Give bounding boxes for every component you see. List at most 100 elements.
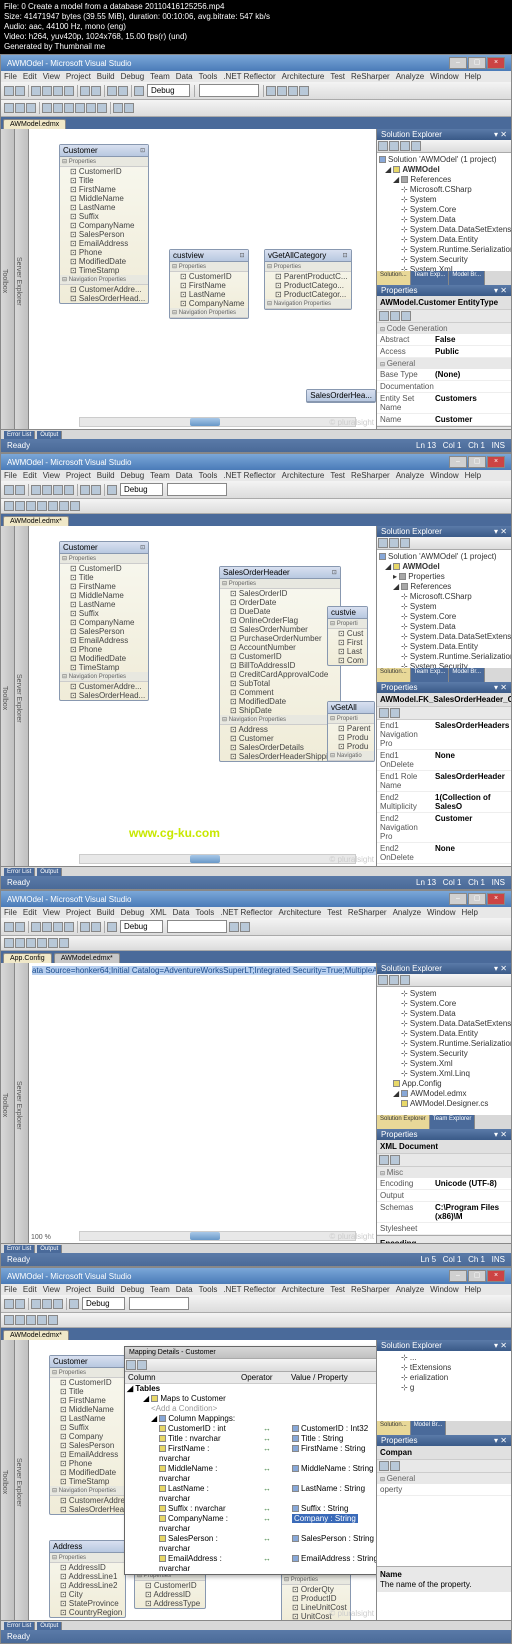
menu-architecture[interactable]: Architecture: [282, 72, 325, 81]
entity-custview[interactable]: custvie ⊟ Properti ⊡ Cust⊡ First⊡ Last⊡ …: [327, 606, 368, 666]
menu-build[interactable]: Build: [97, 72, 115, 81]
server-explorer-tab[interactable]: Server Explorer: [15, 129, 29, 429]
menu-data[interactable]: Data: [176, 72, 193, 81]
menu-edit[interactable]: Edit: [23, 908, 37, 917]
mapping-row[interactable]: EmailAddress : nvarchar↔EmailAddress : S…: [125, 1554, 376, 1574]
menu-netreflector[interactable]: .NET Reflector: [223, 72, 275, 81]
document-tab[interactable]: AWModel.edmx: [3, 119, 66, 129]
server-explorer-tab[interactable]: Server Explorer: [15, 526, 29, 866]
output-tab[interactable]: Output: [37, 431, 62, 439]
toolbox-tab[interactable]: Toolbox: [1, 526, 15, 866]
menu-test[interactable]: Test: [330, 72, 345, 81]
error-list-tab[interactable]: Error List: [4, 1622, 35, 1630]
menu-debug[interactable]: Debug: [121, 471, 145, 480]
config-dropdown[interactable]: Debug: [82, 1297, 125, 1310]
panel-tab[interactable]: Solution...: [377, 668, 411, 682]
menu-file[interactable]: File: [4, 72, 17, 81]
menu-file[interactable]: File: [4, 908, 17, 917]
menu-tools[interactable]: Tools: [199, 1285, 218, 1294]
maximize-button[interactable]: ▢: [468, 456, 486, 468]
connection-string[interactable]: ata Source=honker64;Initial Catalog=Adve…: [32, 966, 376, 975]
solution-tree[interactable]: ⊹ ... ⊹ tExtensions ⊹ erialization ⊹ g: [377, 1351, 511, 1421]
output-tab[interactable]: Output: [37, 1622, 62, 1630]
appconfig-tab[interactable]: App.Config: [3, 953, 52, 963]
menu-window[interactable]: Window: [430, 1285, 458, 1294]
entity-custview[interactable]: custview⊡ ⊟ Properties ⊡ CustomerID⊡ Fir…: [169, 249, 249, 319]
property-grid[interactable]: AWModel.FK_SalesOrderHeader_Customer_Cu …: [377, 693, 511, 866]
menu-window[interactable]: Window: [430, 72, 458, 81]
mapping-row[interactable]: MiddleName : nvarchar↔MiddleName : Strin…: [125, 1464, 376, 1484]
error-list-tab[interactable]: Error List: [4, 868, 35, 876]
toolbar-2[interactable]: [1, 499, 511, 514]
menu-file[interactable]: File: [4, 1285, 17, 1294]
menu-build[interactable]: Build: [97, 471, 115, 480]
config-dropdown[interactable]: Debug: [120, 483, 163, 496]
toolbox-tab[interactable]: Toolbox: [1, 1340, 15, 1620]
menu-data[interactable]: Data: [173, 908, 190, 917]
main-menu[interactable]: FileEditViewProjectBuildDebugTeamDataToo…: [1, 1284, 511, 1295]
mapping-details-dialog[interactable]: Mapping Details - Customer Column Operat…: [124, 1346, 376, 1575]
h-scrollbar[interactable]: [79, 854, 356, 864]
menu-team[interactable]: Team: [150, 1285, 170, 1294]
entity-customer[interactable]: Customer⊡ ⊟ Properties ⊡ CustomerID⊡ Tit…: [59, 144, 149, 304]
menu-project[interactable]: Project: [66, 72, 91, 81]
minimize-button[interactable]: –: [449, 893, 467, 905]
menu-netreflector[interactable]: .NET Reflector: [220, 908, 272, 917]
entity-salesorderheader[interactable]: SalesOrderHeader⊡ ⊟ Properties ⊡ SalesOr…: [219, 566, 341, 762]
menu-resharper[interactable]: ReSharper: [351, 1285, 390, 1294]
maximize-button[interactable]: ▢: [468, 1270, 486, 1282]
menu-project[interactable]: Project: [66, 1285, 91, 1294]
property-grid[interactable]: XML Document ⊟ Misc EncodingUnicode (UTF…: [377, 1140, 511, 1243]
error-list-tab[interactable]: Error List: [4, 1245, 35, 1253]
menu-analyze[interactable]: Analyze: [393, 908, 421, 917]
toolbar-2[interactable]: [1, 1313, 511, 1328]
h-scrollbar[interactable]: [79, 417, 356, 427]
menu-team[interactable]: Team: [150, 72, 170, 81]
toolbar[interactable]: Debug: [1, 82, 511, 100]
close-button[interactable]: ×: [487, 1270, 505, 1282]
menu-view[interactable]: View: [43, 1285, 60, 1294]
menu-tools[interactable]: Tools: [196, 908, 215, 917]
menu-edit[interactable]: Edit: [23, 1285, 37, 1294]
toolbox-tab[interactable]: Toolbox: [1, 963, 15, 1243]
maximize-button[interactable]: ▢: [468, 57, 486, 69]
mapping-row[interactable]: Suffix : nvarchar↔Suffix : String: [125, 1504, 376, 1514]
menu-netreflector[interactable]: .NET Reflector: [223, 471, 275, 480]
menu-help[interactable]: Help: [465, 1285, 481, 1294]
menu-view[interactable]: View: [43, 471, 60, 480]
mapping-row[interactable]: CustomerID : int↔CustomerID : Int32: [125, 1424, 376, 1434]
menu-data[interactable]: Data: [176, 471, 193, 480]
xml-editor[interactable]: ata Source=honker64;Initial Catalog=Adve…: [29, 963, 376, 1243]
menu-resharper[interactable]: ReSharper: [348, 908, 387, 917]
menu-edit[interactable]: Edit: [23, 72, 37, 81]
menu-analyze[interactable]: Analyze: [396, 1285, 424, 1294]
entity-soh-partial[interactable]: SalesOrderHea...: [306, 389, 376, 403]
menu-debug[interactable]: Debug: [121, 908, 145, 917]
menu-build[interactable]: Build: [97, 1285, 115, 1294]
panel-tab[interactable]: Team Exp...: [411, 668, 450, 682]
minimize-button[interactable]: –: [449, 456, 467, 468]
menu-resharper[interactable]: ReSharper: [351, 471, 390, 480]
menu-tools[interactable]: Tools: [199, 72, 218, 81]
mapping-row[interactable]: LastName : nvarchar↔LastName : String: [125, 1484, 376, 1504]
close-button[interactable]: ×: [487, 57, 505, 69]
menu-window[interactable]: Window: [430, 471, 458, 480]
config-dropdown[interactable]: Debug: [120, 920, 163, 933]
entity-customer[interactable]: Customer⊡ ⊟ Properties ⊡ CustomerID⊡ Tit…: [59, 541, 149, 701]
config-dropdown[interactable]: Debug: [147, 84, 190, 97]
toolbar[interactable]: Debug: [1, 481, 511, 499]
mapping-row[interactable]: SalesPerson : nvarchar↔SalesPerson : Str…: [125, 1534, 376, 1554]
document-tab[interactable]: AWModel.edmx*: [3, 516, 69, 526]
panel-tab[interactable]: Solution Explorer: [377, 1115, 430, 1129]
menu-build[interactable]: Build: [97, 908, 115, 917]
menu-data[interactable]: Data: [176, 1285, 193, 1294]
edmx-designer[interactable]: Customer ⊟ Properties ⊡ CustomerID⊡ Titl…: [29, 1340, 376, 1620]
menu-architecture[interactable]: Architecture: [282, 471, 325, 480]
close-button[interactable]: ×: [487, 456, 505, 468]
panel-tab[interactable]: Team Exp...: [411, 271, 450, 285]
solution-tree[interactable]: Solution 'AWMOdel' (1 project) ◢ AWMOdel…: [377, 153, 511, 271]
menu-project[interactable]: Project: [66, 471, 91, 480]
mapping-row[interactable]: FirstName : nvarchar↔FirstName : String: [125, 1444, 376, 1464]
output-tab[interactable]: Output: [37, 1245, 62, 1253]
mapping-row[interactable]: Title : nvarchar↔Title : String: [125, 1434, 376, 1444]
